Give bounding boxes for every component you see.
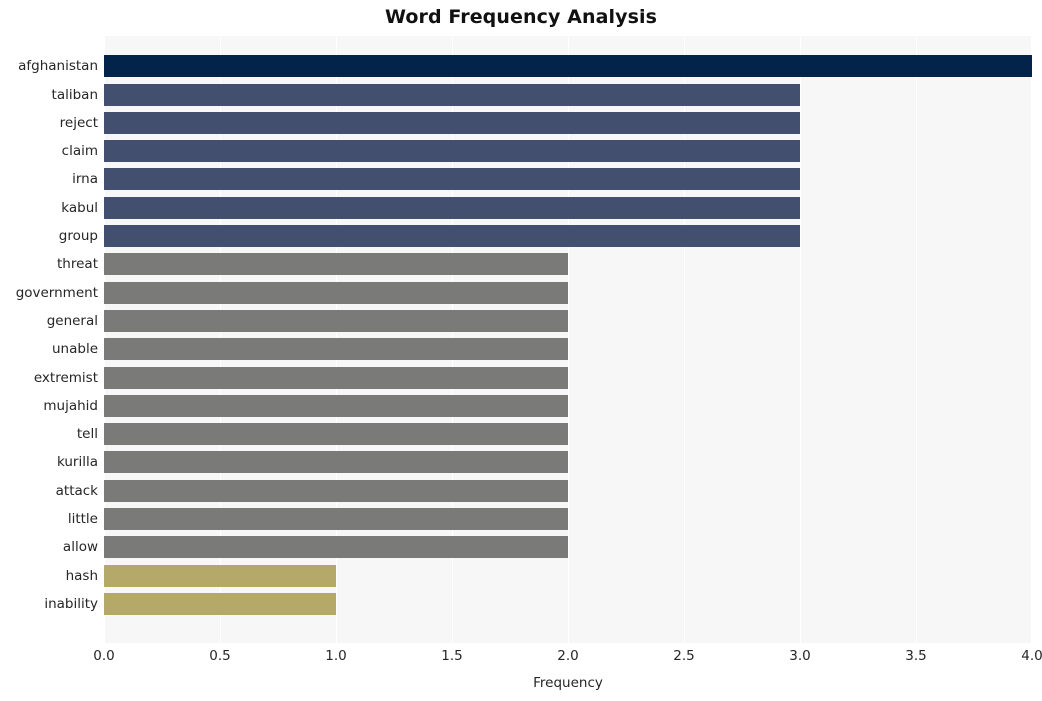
bar[interactable]: [104, 479, 568, 502]
y-axis-tick-label: general: [46, 312, 98, 329]
bar[interactable]: [104, 366, 568, 389]
y-axis-tick-label: reject: [59, 114, 98, 131]
bar[interactable]: [104, 309, 568, 332]
y-axis-tick-label: hash: [65, 567, 98, 584]
x-axis-tick-label: 3.5: [905, 648, 927, 664]
y-axis-tick-label: little: [67, 511, 98, 528]
bar[interactable]: [104, 508, 568, 531]
bar[interactable]: [104, 338, 568, 361]
x-axis-tick-label: 0.5: [209, 648, 231, 664]
x-axis-tick-label: 4.0: [1021, 648, 1042, 664]
y-axis-labels: afghanistan taliban reject claim irna kabul gr…: [0, 36, 98, 643]
y-axis-tick-label: mujahid: [43, 397, 98, 414]
x-axis-tick-label: 0.0: [93, 648, 115, 664]
x-axis-title: Frequency: [533, 675, 603, 691]
y-axis-tick-label: claim: [61, 143, 98, 160]
y-axis-tick-label: taliban: [51, 86, 98, 103]
x-axis-tick-label: 2.5: [673, 648, 695, 664]
bar[interactable]: [104, 451, 568, 474]
bar[interactable]: [104, 225, 800, 248]
x-axis-tick-label: 3.0: [789, 648, 811, 664]
y-axis-tick-label: attack: [55, 482, 98, 499]
bar[interactable]: [104, 196, 800, 219]
bar[interactable]: [104, 111, 800, 134]
bar[interactable]: [104, 253, 568, 276]
bar[interactable]: [104, 168, 800, 191]
y-axis-tick-label: tell: [76, 426, 98, 443]
y-axis-tick-label: group: [58, 228, 98, 245]
x-axis-tick-label: 2.0: [557, 648, 579, 664]
bars-layer: [104, 36, 1032, 643]
chart-title: Word Frequency Analysis: [384, 6, 658, 28]
y-axis-tick-label: allow: [62, 539, 98, 556]
y-axis-tick-label: government: [15, 284, 98, 301]
y-axis-tick-label: irna: [72, 171, 98, 188]
x-axis-tick-labels: 0.0 0.5 1.0 1.5 2.0 2.5 3.0 3.5 4.0: [93, 648, 1042, 668]
bar[interactable]: [104, 423, 568, 446]
bar[interactable]: [104, 564, 336, 587]
word-frequency-chart: Word Frequency Analysis afghanistan talib…: [0, 0, 1042, 701]
bar[interactable]: [104, 394, 568, 417]
x-axis-tick-label: 1.5: [441, 648, 463, 664]
y-axis-tick-label: unable: [51, 341, 98, 358]
y-axis-tick-label: threat: [57, 256, 98, 273]
y-axis-tick-label: kabul: [61, 199, 98, 216]
bar[interactable]: [104, 83, 800, 106]
bar[interactable]: [104, 592, 336, 615]
bar[interactable]: [104, 140, 800, 163]
plot-area: [104, 36, 1032, 643]
y-axis-tick-label: kurilla: [56, 454, 98, 471]
y-axis-tick-label: inability: [44, 595, 98, 612]
bar[interactable]: [104, 281, 568, 304]
x-axis-tick-label: 1.0: [325, 648, 347, 664]
y-axis-tick-label: afghanistan: [18, 58, 98, 75]
bar[interactable]: [104, 536, 568, 559]
bar[interactable]: [104, 55, 1032, 78]
y-axis-tick-label: extremist: [33, 369, 98, 386]
